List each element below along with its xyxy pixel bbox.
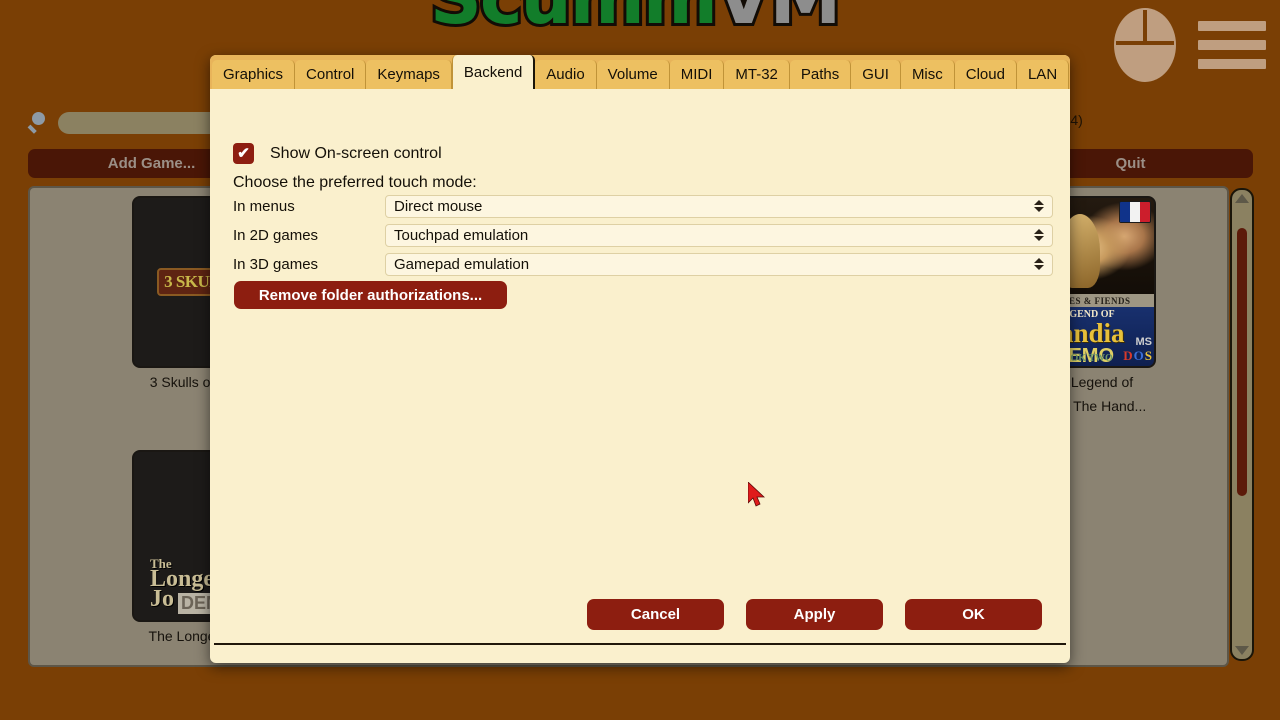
dialog-body: ✔ Show On-screen control Choose the pref… bbox=[214, 89, 1070, 645]
chevron-down bbox=[1034, 265, 1044, 270]
touch-mode-menus-value: Direct mouse bbox=[394, 197, 483, 215]
touch-mode-2d-value: Touchpad emulation bbox=[394, 226, 529, 244]
chevron-down bbox=[1034, 207, 1044, 212]
hamburger-line-3 bbox=[1198, 59, 1266, 69]
touch-mode-3d-value: Gamepad emulation bbox=[394, 255, 530, 273]
flag-stripe-white bbox=[1130, 202, 1140, 222]
tab-volume[interactable]: Volume bbox=[596, 60, 670, 89]
language-flag-france-icon bbox=[1119, 201, 1151, 223]
show-onscreen-control-row[interactable]: ✔ Show On-screen control bbox=[233, 143, 442, 164]
search-icon bbox=[27, 112, 50, 134]
touch-mode-menus-row: In menus Direct mouse bbox=[233, 194, 1053, 218]
show-onscreen-control-checkbox[interactable]: ✔ bbox=[233, 143, 254, 164]
chevron-up bbox=[1034, 200, 1044, 205]
scroll-down-arrow-icon[interactable] bbox=[1235, 646, 1249, 655]
tab-backend[interactable]: Backend bbox=[451, 55, 536, 89]
platform-msdos-icon: MS D O S bbox=[1123, 336, 1153, 363]
chevron-updown-icon bbox=[1034, 229, 1044, 241]
platform-ms-text: MS bbox=[1135, 336, 1153, 348]
scroll-up-arrow-icon[interactable] bbox=[1235, 194, 1249, 203]
tab-gui[interactable]: GUI bbox=[851, 60, 901, 89]
tab-graphics[interactable]: Graphics bbox=[212, 60, 296, 89]
scummvm-logo: ScummVM bbox=[427, 0, 850, 56]
screen: ScummVM × Add Game... 3 09:10:14) Quit bbox=[0, 0, 1280, 720]
tab-control[interactable]: Control bbox=[295, 60, 367, 89]
tab-mt32[interactable]: MT-32 bbox=[724, 60, 790, 89]
logo-text-vm: VM bbox=[713, 0, 844, 43]
search-input[interactable] bbox=[58, 112, 228, 134]
tab-misc[interactable]: Misc bbox=[900, 60, 955, 89]
backend-options-panel: ✔ Show On-screen control Choose the pref… bbox=[214, 89, 1066, 645]
mouse-icon[interactable] bbox=[1114, 8, 1176, 82]
mouse-icon-divider-vertical bbox=[1143, 10, 1147, 43]
tab-paths[interactable]: Paths bbox=[789, 60, 852, 89]
tab-midi[interactable]: MIDI bbox=[669, 60, 725, 89]
chevron-down bbox=[1034, 236, 1044, 241]
dialog-footer: Cancel Apply OK bbox=[218, 589, 1070, 639]
flag-stripe-blue bbox=[1120, 202, 1130, 222]
hamburger-menu-icon[interactable] bbox=[1198, 21, 1266, 69]
options-tab-bar: Graphics Control Keymaps Backend Audio V… bbox=[210, 55, 1070, 89]
scrollbar-thumb[interactable] bbox=[1237, 228, 1247, 496]
chevron-updown-icon bbox=[1034, 200, 1044, 212]
tab-lan[interactable]: LAN bbox=[1016, 60, 1070, 89]
logo-text-scumm: Scumm bbox=[427, 0, 721, 43]
cancel-button[interactable]: Cancel bbox=[587, 598, 724, 630]
apply-button[interactable]: Apply bbox=[746, 598, 883, 630]
touch-mode-heading: Choose the preferred touch mode: bbox=[233, 174, 477, 191]
touch-mode-2d-row: In 2D games Touchpad emulation bbox=[233, 223, 1053, 247]
tab-keymaps[interactable]: Keymaps bbox=[366, 60, 452, 89]
platform-dos-text: D O S bbox=[1123, 349, 1152, 362]
touch-mode-menus-dropdown[interactable]: Direct mouse bbox=[385, 194, 1053, 218]
tab-audio[interactable]: Audio bbox=[535, 60, 597, 89]
topright-icon-group bbox=[1114, 8, 1266, 82]
chevron-up bbox=[1034, 258, 1044, 263]
search-icon-ring bbox=[32, 112, 45, 125]
game-grid-scrollbar[interactable] bbox=[1230, 188, 1254, 661]
mouse-icon-divider-horizontal bbox=[1116, 41, 1174, 45]
show-onscreen-control-label: Show On-screen control bbox=[270, 144, 442, 162]
ok-button[interactable]: OK bbox=[905, 598, 1042, 630]
dos-letter-d: D bbox=[1123, 348, 1133, 363]
chevron-updown-icon bbox=[1034, 258, 1044, 270]
dos-letter-s: S bbox=[1144, 348, 1152, 363]
global-options-dialog: Graphics Control Keymaps Backend Audio V… bbox=[210, 55, 1070, 663]
touch-mode-2d-label: In 2D games bbox=[233, 226, 319, 244]
launcher-bottom-bar: Icons per row: 5 bbox=[0, 662, 1280, 720]
touch-mode-3d-row: In 3D games Gamepad emulation bbox=[233, 252, 1053, 276]
touch-mode-3d-label: In 3D games bbox=[233, 255, 319, 273]
remove-folder-authorizations-button[interactable]: Remove folder authorizations... bbox=[234, 281, 507, 309]
touch-mode-3d-dropdown[interactable]: Gamepad emulation bbox=[385, 252, 1053, 276]
hamburger-line-1 bbox=[1198, 21, 1266, 31]
hamburger-line-2 bbox=[1198, 40, 1266, 50]
flag-stripe-red bbox=[1140, 202, 1150, 222]
touch-mode-menus-label: In menus bbox=[233, 197, 295, 215]
tab-cloud[interactable]: Cloud bbox=[954, 60, 1017, 89]
search-icon-handle bbox=[27, 124, 37, 134]
dos-letter-o: O bbox=[1133, 348, 1144, 363]
touch-mode-2d-dropdown[interactable]: Touchpad emulation bbox=[385, 223, 1053, 247]
chevron-up bbox=[1034, 229, 1044, 234]
